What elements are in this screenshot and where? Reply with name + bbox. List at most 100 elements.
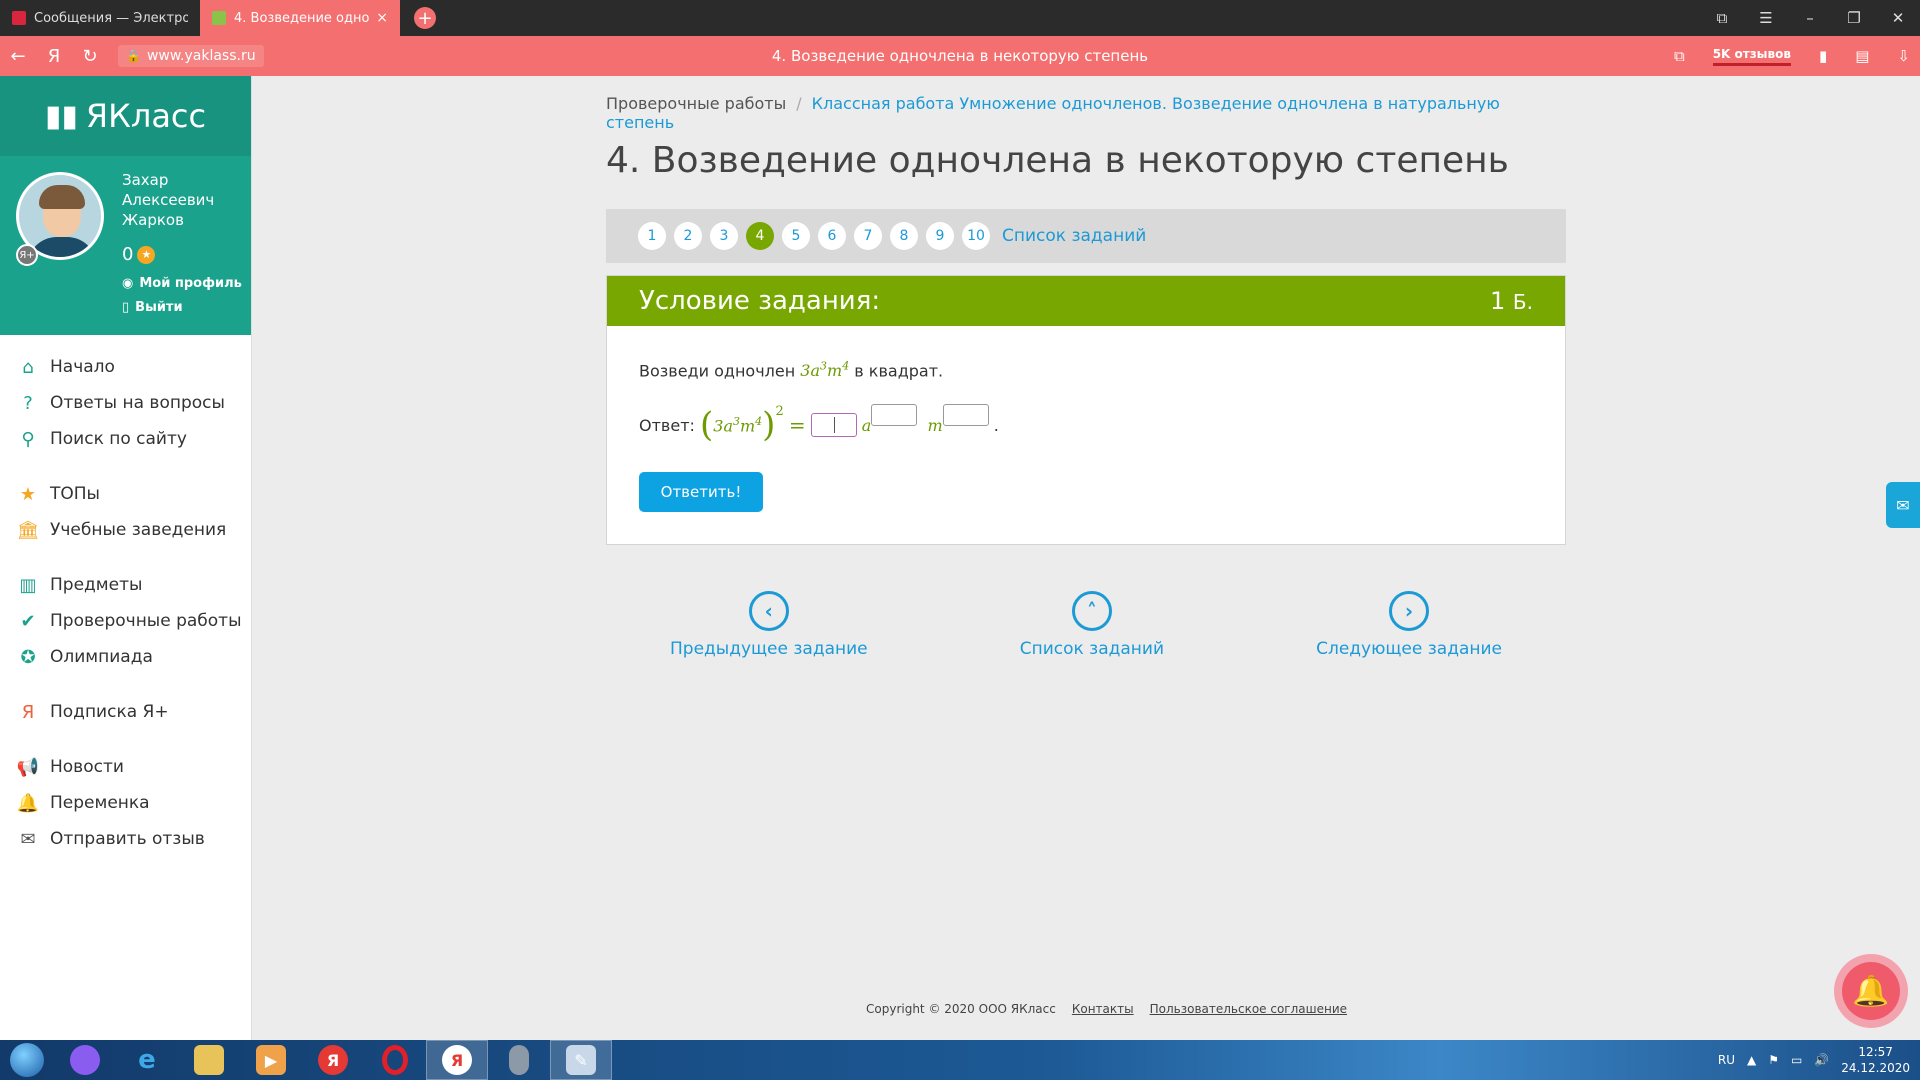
taskbar-app-ie[interactable]: e <box>116 1040 178 1080</box>
medal-icon: ✪ <box>20 646 36 668</box>
download-icon[interactable]: ⇩ <box>1897 47 1910 65</box>
browser-tab-strip: Сообщения — Электрон 4. Возведение одноч… <box>0 0 1920 36</box>
browser-tab-messages[interactable]: Сообщения — Электрон <box>0 0 200 36</box>
language-indicator[interactable]: RU <box>1718 1053 1735 1067</box>
chevron-left-icon: ‹ <box>748 591 789 632</box>
network-icon[interactable]: ▭ <box>1791 1053 1802 1067</box>
back-arrow-icon[interactable]: ← <box>0 46 36 67</box>
sidebar-item-subjects[interactable]: ▥ Предметы <box>0 567 251 603</box>
start-button[interactable] <box>0 1040 54 1080</box>
reload-icon[interactable]: ↻ <box>72 46 108 67</box>
bookmark-icon[interactable]: ▮ <box>1819 47 1827 65</box>
book-icon: ▮▮ <box>44 98 78 134</box>
footer: Copyright © 2020 ООО ЯКласс Контакты Пол… <box>866 1002 1347 1016</box>
task-list-nav-link[interactable]: ˄ Список заданий <box>1020 591 1164 659</box>
flag-icon[interactable]: ⚑ <box>1768 1053 1779 1067</box>
sidebar-item-news[interactable]: 📢 Новости <box>0 749 251 785</box>
lock-icon: 🔒 <box>126 49 141 63</box>
yandex-logo-icon[interactable]: Я <box>36 46 72 67</box>
page-5[interactable]: 5 <box>782 222 810 250</box>
sidebar-item-feedback[interactable]: ✉ Отправить отзыв <box>0 821 251 857</box>
sidebar-item-subscription[interactable]: Я Подписка Я+ <box>0 694 251 730</box>
task-list-link[interactable]: Список заданий <box>1002 226 1146 246</box>
taskbar-app-media[interactable]: ▶ <box>240 1040 302 1080</box>
logout-icon: ▯ <box>122 300 130 315</box>
sidebar-item-olympiad[interactable]: ✪ Олимпиада <box>0 639 251 675</box>
close-icon[interactable]: × <box>376 10 388 26</box>
logo-text: ЯКласс <box>85 97 207 135</box>
restore-button[interactable]: ❐ <box>1832 9 1876 27</box>
sidebar: ▮▮ ЯКласс Я+ Захар Алексеевич Жарков 0 ★… <box>0 76 252 1040</box>
sidebar-item-break[interactable]: 🔔 Переменка <box>0 785 251 821</box>
monomial-expression: 3a3m4 <box>800 360 850 381</box>
sidebar-item-schools[interactable]: 🏛 Учебные заведения <box>0 512 251 548</box>
page-2[interactable]: 2 <box>674 222 702 250</box>
browser-tab-yaklass[interactable]: 4. Возведение одночл × <box>200 0 400 36</box>
taskbar-app-mouse[interactable] <box>488 1040 550 1080</box>
mail-site-icon <box>12 11 26 25</box>
my-profile-link[interactable]: ◉ Мой профиль <box>122 276 242 291</box>
menu-icon[interactable]: ☰ <box>1744 9 1788 27</box>
clock[interactable]: 12:57 24.12.2020 <box>1841 1044 1910 1076</box>
mail-icon[interactable]: ✉ <box>1886 482 1920 528</box>
page-4-current[interactable]: 4 <box>746 222 774 250</box>
chevron-up-icon: ˄ <box>1071 591 1112 632</box>
taskbar-app-explorer[interactable] <box>178 1040 240 1080</box>
page-7[interactable]: 7 <box>854 222 882 250</box>
page-8[interactable]: 8 <box>890 222 918 250</box>
volume-icon[interactable]: 🔊 <box>1814 1053 1829 1067</box>
main-content: Проверочные работы / Классная работа Умнож… <box>606 76 1566 659</box>
user-name: Захар Алексеевич Жарков <box>122 171 215 229</box>
exponent-a-input[interactable] <box>871 404 918 427</box>
logout-link[interactable]: ▯ Выйти <box>122 300 183 315</box>
star-icon: ★ <box>137 245 156 264</box>
next-task-link[interactable]: › Следующее задание <box>1316 591 1502 659</box>
agreement-link[interactable]: Пользовательское соглашение <box>1150 1002 1347 1016</box>
tray-arrow-icon[interactable]: ▲ <box>1747 1053 1756 1067</box>
reviews-button[interactable]: 5K отзывов <box>1712 47 1791 66</box>
page-10[interactable]: 10 <box>962 222 990 250</box>
coefficient-input[interactable] <box>810 413 857 438</box>
prev-task-link[interactable]: ‹ Предыдущее задание <box>670 591 868 659</box>
profile-icon: ◉ <box>122 276 134 291</box>
url-field[interactable]: 🔒 www.yaklass.ru <box>118 45 264 67</box>
breadcrumb-root[interactable]: Проверочные работы <box>606 94 786 113</box>
site-logo[interactable]: ▮▮ ЯКласс <box>0 76 251 156</box>
minimize-button[interactable]: – <box>1788 9 1832 27</box>
sidebar-item-tops[interactable]: ★ ТОПы <box>0 476 251 512</box>
bookmarks-icon[interactable]: ⧉ <box>1700 9 1744 27</box>
media-player-icon: ▶ <box>256 1045 286 1075</box>
sidebar-item-tests[interactable]: ✔ Проверочные работы <box>0 603 251 639</box>
taskbar-app-yandex[interactable]: Я <box>302 1040 364 1080</box>
notifications-bell-button[interactable]: 🔔 <box>1834 954 1908 1028</box>
copyright: Copyright © 2020 ООО ЯКласс <box>866 1002 1056 1016</box>
taskbar-app-opera[interactable] <box>364 1040 426 1080</box>
new-tab-button[interactable]: + <box>414 7 436 29</box>
system-tray: RU ▲ ⚑ ▭ 🔊 12:57 24.12.2020 <box>1718 1040 1910 1080</box>
page-6[interactable]: 6 <box>818 222 846 250</box>
page-9[interactable]: 9 <box>926 222 954 250</box>
yandex-browser-icon: Я <box>442 1045 472 1075</box>
exponent-m-input[interactable] <box>942 404 989 427</box>
taskbar-app-purple[interactable] <box>54 1040 116 1080</box>
task-header: Условие задания: 1 Б. <box>607 276 1565 326</box>
page-3[interactable]: 3 <box>710 222 738 250</box>
window-controls: ⧉ ☰ – ❐ ✕ <box>1700 0 1920 36</box>
sidebar-item-home[interactable]: ⌂ Начало <box>0 349 251 385</box>
contacts-link[interactable]: Контакты <box>1072 1002 1134 1016</box>
submit-answer-button[interactable]: Ответить! <box>639 472 763 513</box>
home-icon: ⌂ <box>22 356 34 378</box>
taskbar-app-paint[interactable]: ✎ <box>550 1040 612 1080</box>
taskbar-app-yandex-browser[interactable]: Я <box>426 1040 488 1080</box>
task-pager: 1 2 3 4 5 6 7 8 9 10 Список заданий <box>606 209 1566 263</box>
bell-icon: 🔔 <box>16 792 40 814</box>
close-window-button[interactable]: ✕ <box>1876 9 1920 27</box>
page-1[interactable]: 1 <box>638 222 666 250</box>
copy-icon[interactable]: ⧉ <box>1674 47 1685 65</box>
collections-icon[interactable]: ▤ <box>1855 47 1869 65</box>
breadcrumb: Проверочные работы / Классная работа Умнож… <box>606 94 1500 132</box>
taskbar: e ▶ Я Я ✎ RU ▲ ⚑ ▭ 🔊 12:57 24.12.2020 <box>0 1040 1920 1080</box>
sidebar-item-answers[interactable]: ? Ответы на вопросы <box>0 385 251 421</box>
sidebar-item-search[interactable]: ⚲ Поиск по сайту <box>0 421 251 457</box>
star-icon: ★ <box>19 483 37 505</box>
